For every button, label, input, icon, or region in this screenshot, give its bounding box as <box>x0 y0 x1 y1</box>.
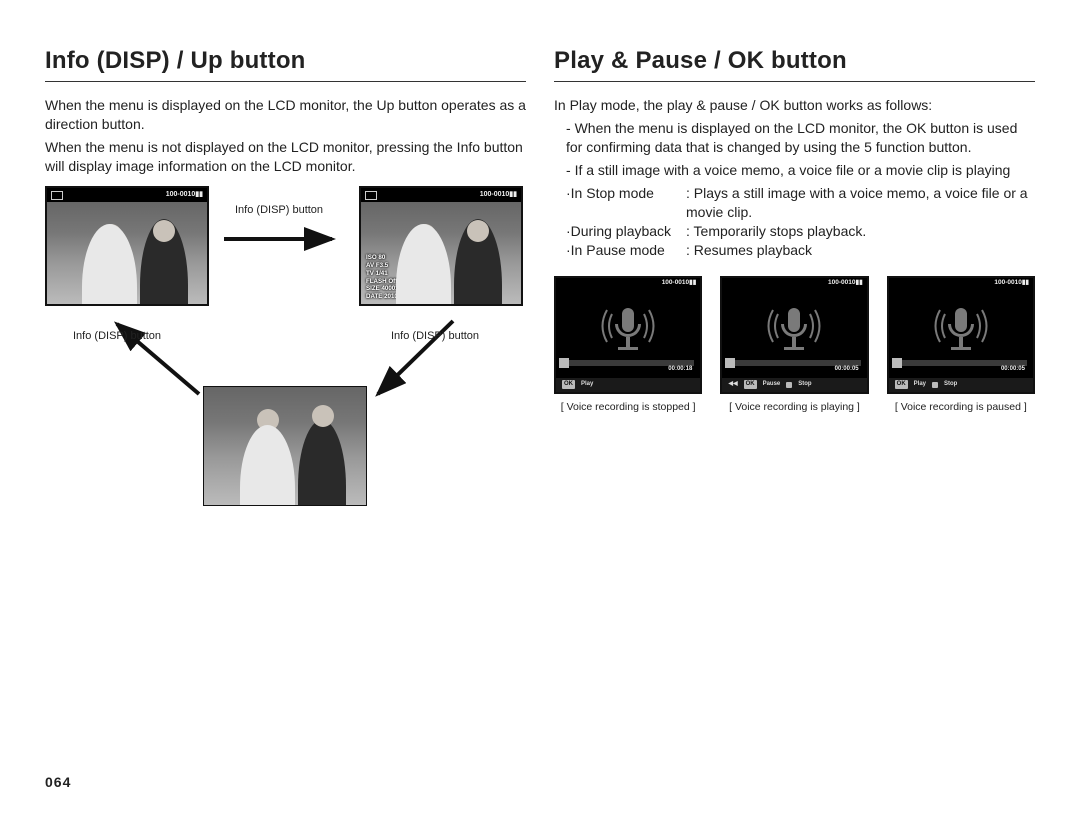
thumb-caption: [ Voice recording is stopped ] <box>554 400 702 414</box>
playback-thumbs: 100-0010 ▮▮ <box>554 276 1035 414</box>
bar-action: Play <box>581 380 593 388</box>
right-bullet-2: - If a still image with a voice memo, a … <box>554 161 1035 180</box>
lcd-tile-none <box>203 386 367 506</box>
left-divider <box>45 81 526 82</box>
bar-action: Pause <box>763 380 781 388</box>
left-heading: Info (DISP) / Up button <box>45 45 526 77</box>
exposure-meta: ISO 80 AV F3.5 TV 1/41 FLASH Off SIZE 40… <box>366 254 415 301</box>
lcd-tile-detailed: 100-0010 ▮▮ ISO 80 AV F3.5 TV 1/41 FLASH… <box>359 186 523 306</box>
microphone-icon <box>596 304 660 359</box>
bar-action: Stop <box>798 380 811 388</box>
mode-label: ·During playback <box>566 222 686 241</box>
time-text: 00:00:05 <box>835 365 859 373</box>
bar-action: Stop <box>944 380 957 388</box>
mode-row-pause: ·In Pause mode : Resumes playback <box>566 241 1035 260</box>
file-number: 100-0010 <box>828 279 855 288</box>
dpad-key-icon <box>786 382 792 388</box>
thumb-paused: 100-0010 ▮▮ <box>887 276 1035 414</box>
mode-desc: : Temporarily stops playback. <box>686 222 866 241</box>
right-heading: Play & Pause / OK button <box>554 45 1035 77</box>
mode-label: ·In Pause mode <box>566 241 686 260</box>
arrow-label-top: Info (DISP) button <box>235 204 323 216</box>
right-bullet-1: - When the menu is displayed on the LCD … <box>554 119 1035 157</box>
ok-key-icon: OK <box>744 380 757 388</box>
arrow-label-right: Info (DISP) button <box>391 330 479 342</box>
thumb-playing: 100-0010 ▮▮ <box>720 276 868 414</box>
page-number: 064 <box>45 773 71 792</box>
arrow-icon <box>222 226 342 257</box>
mode-label: ·In Stop mode <box>566 184 686 222</box>
arrow-label-left: Info (DISP) button <box>73 330 161 342</box>
left-column: Info (DISP) / Up button When the menu is… <box>45 45 526 785</box>
thumb-stopped: 100-0010 ▮▮ <box>554 276 702 414</box>
file-number: 100-0010 <box>662 279 689 288</box>
rewind-icon: ◀◀ <box>728 380 737 388</box>
file-number: 100-0010 <box>166 190 196 199</box>
right-divider <box>554 81 1035 82</box>
file-number: 100-0010 <box>994 279 1021 288</box>
ok-key-icon: OK <box>895 380 908 388</box>
thumb-caption: [ Voice recording is paused ] <box>887 400 1035 414</box>
mode-desc: : Resumes playback <box>686 241 812 260</box>
microphone-icon <box>929 304 993 359</box>
left-paragraph-1: When the menu is displayed on the LCD mo… <box>45 96 526 134</box>
right-column: Play & Pause / OK button In Play mode, t… <box>554 45 1035 785</box>
time-text: 00:00:18 <box>668 365 692 373</box>
microphone-icon <box>762 304 826 359</box>
file-number: 100-0010 <box>480 190 510 199</box>
bar-action: Play <box>914 380 926 388</box>
ok-key-icon: OK <box>562 380 575 388</box>
mode-row-stop: ·In Stop mode : Plays a still image with… <box>566 184 1035 222</box>
left-paragraph-2: When the menu is not displayed on the LC… <box>45 138 526 176</box>
lcd-cycle-diagram: 100-0010 ▮▮ 100-0010 ▮▮ ISO 80 AV F3.5 T… <box>45 186 526 606</box>
right-intro: In Play mode, the play & pause / OK butt… <box>554 96 1035 115</box>
lcd-tile-basic: 100-0010 ▮▮ <box>45 186 209 306</box>
mode-row-playback: ·During playback : Temporarily stops pla… <box>566 222 1035 241</box>
mode-desc: : Plays a still image with a voice memo,… <box>686 184 1035 222</box>
thumb-caption: [ Voice recording is playing ] <box>720 400 868 414</box>
time-text: 00:00:05 <box>1001 365 1025 373</box>
dpad-key-icon <box>932 382 938 388</box>
